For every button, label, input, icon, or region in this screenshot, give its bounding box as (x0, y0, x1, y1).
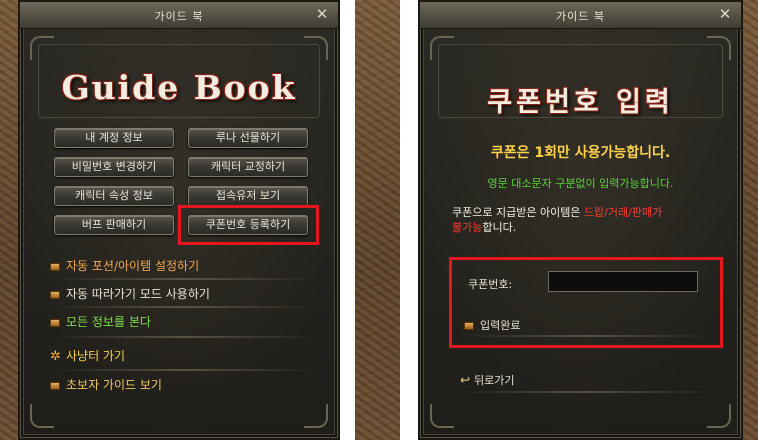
game-background-left (0, 0, 20, 440)
close-icon[interactable]: ✕ (717, 6, 733, 22)
close-icon[interactable]: ✕ (314, 6, 330, 22)
bullet-icon (50, 381, 60, 390)
menu-auto-potion[interactable]: 자동 포션/아이템 설정하기 (50, 258, 199, 274)
menu-label: 자동 포션/아이템 설정하기 (66, 259, 200, 273)
return-arrow-icon: ↩ (460, 373, 471, 387)
my-account-button[interactable]: 내 계정 정보 (54, 128, 174, 148)
frame-corner (304, 404, 328, 428)
luna-gift-button[interactable]: 루나 선물하기 (188, 128, 308, 148)
coupon-input[interactable] (548, 271, 698, 292)
menu-auto-follow[interactable]: 자동 따라가기 모드 사용하기 (50, 286, 210, 302)
coupon-description: 쿠폰으로 지급받은 아이템은 드랍/거래/판매가불가능합니다. (452, 205, 724, 235)
desc-text: 합니다. (482, 221, 517, 234)
menu-label: 모든 정보를 본다 (66, 315, 151, 329)
window-title: 가이드 북 (154, 10, 204, 23)
page-title: 쿠폰번호 입력 (487, 87, 674, 118)
menu-beginner-guide[interactable]: 초보자 가이드 보기 (50, 377, 162, 393)
bullet-icon (50, 262, 60, 271)
submit-label: 입력완료 (480, 319, 521, 332)
bullet-icon (464, 322, 474, 330)
page-title: Guide Book (61, 68, 297, 107)
back-button[interactable]: ↩ 뒤로가기 (460, 372, 514, 388)
game-background-middle (355, 0, 400, 440)
desc-warning: 드랍/거래/판매가 (583, 206, 663, 219)
window-title: 가이드 북 (556, 10, 605, 23)
menu-label: 사냥터 가기 (66, 349, 126, 363)
online-users-button[interactable]: 접속유저 보기 (188, 186, 308, 206)
bullet-icon (50, 318, 60, 327)
frame-corner (30, 404, 54, 428)
divider (50, 336, 318, 338)
window-titlebar[interactable]: 가이드 북 ✕ (20, 2, 338, 29)
divider (50, 306, 318, 308)
frame-corner (707, 404, 731, 428)
coupon-label: 쿠폰번호: (468, 278, 513, 291)
register-coupon-button[interactable]: 쿠폰번호 등록하기 (188, 215, 308, 235)
notice-single-use: 쿠폰은 1회만 사용가능합니다. (490, 145, 671, 161)
coupon-input-window: 가이드 북 ✕ 쿠폰번호 입력 쿠폰은 1회만 사용가능합니다. 영문 대소문자… (418, 0, 743, 440)
character-attribute-button[interactable]: 캐릭터 속성 정보 (54, 186, 174, 206)
frame-corner (430, 404, 454, 428)
menu-label: 자동 따라가기 모드 사용하기 (66, 287, 210, 301)
swirl-icon: ✲ (50, 349, 61, 364)
submit-button[interactable]: 입력완료 (464, 317, 520, 333)
menu-label: 초보자 가이드 보기 (66, 378, 162, 392)
guide-book-window: 가이드 북 ✕ Guide Book 내 계정 정보 루나 선물하기 비밀번호 … (18, 0, 340, 440)
divider (460, 335, 713, 337)
bullet-icon (50, 290, 60, 299)
divider (50, 369, 318, 371)
window-titlebar[interactable]: 가이드 북 ✕ (420, 2, 741, 29)
divider (50, 278, 318, 280)
menu-hunting-ground[interactable]: ✲ 사냥터 가기 (50, 348, 125, 365)
change-password-button[interactable]: 비밀번호 변경하기 (54, 157, 174, 177)
notice-case-insensitive: 영문 대소문자 구분없이 입력가능합니다. (487, 177, 674, 190)
buff-sale-button[interactable]: 버프 판매하기 (54, 215, 174, 235)
character-correct-button[interactable]: 캐릭터 교정하기 (188, 157, 308, 177)
back-label: 뒤로가기 (474, 374, 515, 387)
game-background-right (743, 0, 758, 440)
desc-text: 쿠폰으로 지급받은 아이템은 (452, 206, 584, 219)
divider (456, 391, 713, 393)
desc-warning: 불가능 (452, 221, 483, 234)
menu-show-all-info[interactable]: 모든 정보를 본다 (50, 314, 151, 330)
